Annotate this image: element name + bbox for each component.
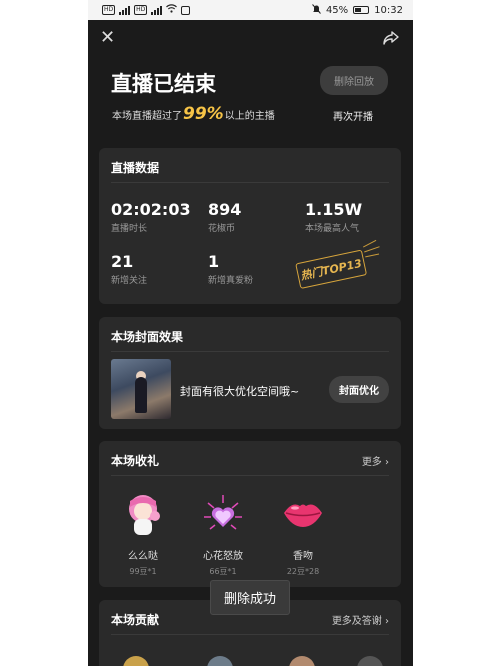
gift-item[interactable]: 么么哒 99豆*1 — [112, 491, 174, 577]
cover-tip: 封面有很大优化空间哦~ — [180, 385, 300, 398]
stat-new-fans: 1 新增真爱粉 — [208, 252, 253, 286]
stat-value: 02:02:03 — [111, 200, 191, 219]
reopen-live-link[interactable]: 再次开播 — [333, 108, 373, 123]
more-label: 更多 — [361, 457, 382, 468]
status-bar: HD HD 45% 10:32 — [88, 0, 413, 20]
live-data-title: 直播数据 — [111, 161, 160, 175]
page-title: 直播已结束 — [111, 72, 216, 96]
app-notification-icon — [181, 5, 191, 15]
stat-value: 1 — [208, 252, 220, 271]
optimize-cover-button[interactable]: 封面优化 — [329, 376, 389, 403]
stat-value: 21 — [111, 252, 134, 271]
phone-screen: HD HD 45% 10:32 ✕ 直播已结束 删除回放 本场直播超过了 99%… — [88, 0, 413, 666]
rank-suffix: 以上的主播 — [224, 111, 275, 122]
divider — [111, 351, 389, 352]
gift-count: 99豆*1 — [129, 567, 157, 576]
divider — [111, 182, 389, 183]
gift-item[interactable]: 心花怒放 66豆*1 — [192, 491, 254, 577]
rank-prefix: 本场直播超过了 — [112, 111, 182, 122]
rank-text: 本场直播超过了 99% 以上的主播 — [112, 104, 275, 124]
close-icon[interactable]: ✕ — [100, 29, 115, 47]
hd-badge: HD — [102, 5, 116, 15]
stat-duration: 02:02:03 直播时长 — [111, 200, 191, 234]
stat-label: 花椒币 — [208, 224, 236, 234]
toast-message: 删除成功 — [210, 580, 291, 615]
stat-value: 1.15W — [305, 200, 363, 219]
heart-burst-icon — [200, 491, 246, 537]
signal-icon — [119, 5, 131, 15]
battery-percent: 45% — [325, 4, 349, 16]
stat-value: 894 — [208, 200, 242, 219]
lips-icon — [280, 491, 326, 537]
stat-label: 直播时长 — [111, 224, 148, 234]
wifi-icon — [166, 4, 178, 16]
divider — [111, 475, 389, 476]
delete-replay-button[interactable]: 删除回放 — [320, 66, 388, 95]
girl-avatar-gift-icon — [120, 491, 166, 537]
gifts-more-link[interactable]: 更多 › — [362, 453, 389, 468]
stat-coins: 894 花椒币 — [208, 200, 241, 234]
gift-name: 么么哒 — [128, 551, 158, 562]
cover-card: 本场封面效果 封面有很大优化空间哦~ 封面优化 — [99, 317, 401, 429]
avatar[interactable] — [123, 656, 149, 666]
contributor-avatars — [99, 648, 401, 666]
stat-label: 新增关注 — [111, 276, 148, 286]
hd-badge-2: HD — [134, 5, 148, 15]
stat-label: 新增真爱粉 — [208, 276, 254, 286]
gifts-title: 本场收礼 — [111, 454, 160, 468]
stat-popularity: 1.15W 本场最高人气 — [305, 200, 362, 234]
gifts-card: 本场收礼 更多 › 么么哒 99豆*1 心花怒放 66豆*1 香吻 22豆*28 — [99, 441, 401, 587]
summary-header: 直播已结束 删除回放 本场直播超过了 99% 以上的主播 再次开播 — [88, 56, 413, 130]
mute-icon — [312, 3, 321, 17]
hot-rank-stamp: 热门TOP13 — [285, 236, 388, 301]
signal-icon-2 — [151, 5, 163, 15]
cover-thumbnail — [111, 359, 171, 419]
avatar[interactable] — [207, 656, 233, 666]
contrib-more-link[interactable]: 更多及答谢 › — [332, 612, 389, 627]
gift-name: 心花怒放 — [203, 551, 243, 562]
divider — [111, 634, 389, 635]
status-left: HD HD — [102, 4, 191, 16]
gift-item[interactable]: 香吻 22豆*28 — [272, 491, 334, 577]
stat-new-follows: 21 新增关注 — [111, 252, 147, 286]
contrib-title: 本场贡献 — [111, 613, 160, 627]
battery-icon — [353, 6, 370, 14]
live-data-card: 直播数据 02:02:03 直播时长 894 花椒币 1.15W 本场最高人气 … — [99, 148, 401, 304]
stat-label: 本场最高人气 — [305, 224, 360, 234]
chevron-right-icon: › — [385, 457, 389, 468]
share-icon[interactable] — [381, 28, 401, 48]
more-label: 更多及答谢 — [331, 616, 382, 627]
gift-count: 66豆*1 — [209, 567, 237, 576]
rank-percent: 99% — [183, 104, 224, 124]
thumb-figure — [135, 377, 147, 413]
avatar[interactable] — [357, 656, 383, 666]
status-time: 10:32 — [374, 4, 403, 16]
avatar[interactable] — [289, 656, 315, 666]
top-bar: ✕ — [88, 20, 413, 56]
status-right: 45% 10:32 — [312, 3, 403, 17]
gift-name: 香吻 — [293, 551, 313, 562]
chevron-right-icon: › — [385, 616, 389, 627]
cover-title: 本场封面效果 — [111, 330, 184, 344]
gift-count: 22豆*28 — [286, 567, 320, 576]
